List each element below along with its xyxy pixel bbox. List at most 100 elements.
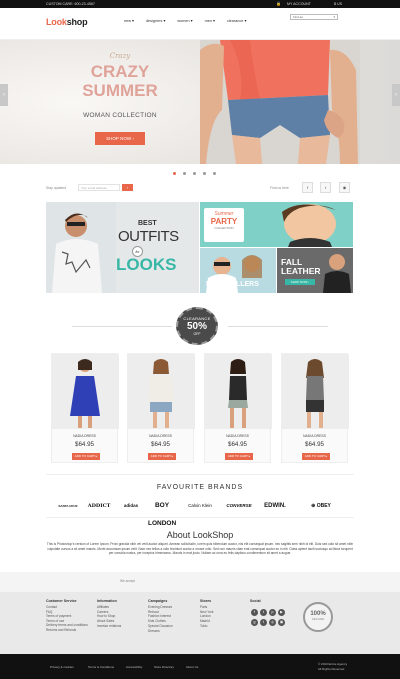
add-to-cart-button[interactable]: ADD TO CART ▸ (302, 453, 330, 460)
product-name[interactable]: NADIA DRESS (128, 434, 193, 438)
clearance-off: OFF (193, 332, 201, 336)
brand-logo-edwin[interactable]: EDWIN. (260, 497, 290, 515)
currency-select[interactable]: $ US (334, 2, 342, 6)
bottom-link-store-directory[interactable]: Store Directory (154, 665, 174, 669)
slider-dot[interactable] (183, 172, 186, 175)
hero-shop-now-button[interactable]: SHOP NOW › (95, 132, 145, 145)
nav-new[interactable]: new ▾ (118, 18, 140, 23)
brand-logo-boy-london[interactable]: BOY LONDON (148, 497, 176, 527)
divider (72, 326, 172, 327)
product-image[interactable] (128, 354, 195, 429)
footer-col-social: Social (250, 599, 290, 605)
product-price: $64.95 (151, 441, 170, 448)
divider (228, 326, 328, 327)
clearance-badge[interactable]: CLEARANCE 50% OFF (176, 307, 218, 345)
google-plus-icon[interactable]: g (251, 619, 258, 626)
footer-col-title: Social (250, 599, 261, 603)
footer-link[interactable]: Tokio (200, 624, 240, 629)
nav-men[interactable]: men ▾ (199, 18, 221, 23)
bottom-link-accessibility[interactable]: Accessibility (126, 665, 142, 669)
hero-model-image (200, 40, 360, 164)
logo-accent: Look (46, 17, 67, 27)
add-to-cart-button[interactable]: ADD TO CART ▸ (148, 453, 176, 460)
hero-slider[interactable]: Crazy CRAZY SUMMER WOMAN COLLECTION SHOP… (0, 40, 400, 164)
email-input[interactable]: Your email address (78, 184, 120, 191)
product-card[interactable]: NADIA DRESS $64.95 ADD TO CART ▸ (127, 353, 195, 463)
nav-clearance[interactable]: clearance ▾ (221, 18, 252, 23)
footer-col-campaigns: Campaigns Evening Dresses Rebooz Fashion… (148, 599, 198, 634)
facebook-icon[interactable]: f (302, 182, 313, 193)
customer-care-text: CUSTOM CARE: 600-23-4567 (46, 2, 95, 6)
promo-best-text: BEST (138, 220, 157, 227)
product-card[interactable]: NADIA DRESS $64.95 ADD TO CART ▸ (281, 353, 349, 463)
add-to-cart-button[interactable]: ADD TO CART ▸ (225, 453, 253, 460)
product-card[interactable]: NADIA DRESS $64.95 ADD TO CART ▸ (51, 353, 119, 463)
brand-logo-santa-cruz[interactable]: SANTA CRUZ (56, 497, 80, 515)
rights-text: All Rights Reserved (318, 667, 345, 671)
brands-title: FAVOURITE BRANDS (156, 484, 244, 491)
clearance-percent: 50% (178, 321, 216, 332)
subscribe-arrow-button[interactable]: › (122, 184, 133, 191)
promo-collection-text: COLLECTION (214, 226, 234, 230)
product-image[interactable] (52, 354, 119, 429)
product-card[interactable]: NADIA DRESS $64.95 ADD TO CART ▸ (204, 353, 272, 463)
footer-link[interactable]: Returns and Refunds (46, 628, 96, 633)
flickr-icon[interactable]: ▣ (278, 619, 285, 626)
promo-party-image (282, 204, 336, 247)
logo[interactable]: Lookshop (46, 17, 88, 27)
hero-script: Crazy (109, 52, 131, 60)
twitter-icon[interactable]: t (320, 182, 331, 193)
product-price: $64.95 (228, 441, 247, 448)
footer-link[interactable]: Dresses (148, 629, 198, 634)
product-image[interactable] (282, 354, 349, 429)
copyright-text: © 2013 Entire Agency (318, 662, 348, 666)
slider-dot[interactable] (173, 172, 176, 175)
twitter-icon[interactable]: t (260, 609, 267, 616)
product-name[interactable]: NADIA DRESS (205, 434, 270, 438)
youtube-icon[interactable]: ▶ (278, 609, 285, 616)
facebook-icon[interactable]: f (251, 609, 258, 616)
chevron-down-icon: ▾ (333, 15, 335, 19)
product-name[interactable]: NADIA DRESS (52, 434, 117, 438)
promo-summer-party[interactable]: Summer PARTY COLLECTION (200, 202, 353, 247)
search-select[interactable]: Find an ▾ (290, 14, 338, 20)
brand-logo-addict[interactable]: ADDICT (84, 497, 114, 515)
product-image[interactable] (205, 354, 272, 429)
lock-icon: 🔒 (276, 1, 281, 6)
product-price: $64.95 (75, 441, 94, 448)
brand-logo-adidas[interactable]: adidas (118, 497, 144, 515)
about-text: This is Photoshop's version of Lorem Ips… (46, 542, 354, 556)
bottom-link-about[interactable]: About Us (186, 665, 198, 669)
slider-dot[interactable] (203, 172, 206, 175)
pinterest-icon[interactable]: p (269, 609, 276, 616)
instagram-icon[interactable]: ◎ (269, 619, 276, 626)
product-name[interactable]: NADIA DRESS (282, 434, 347, 438)
brand-logo-calvin-klein[interactable]: Calvin Klein (180, 497, 220, 515)
brand-logo-converse[interactable]: CONVERSE (222, 497, 256, 515)
slider-prev-arrow[interactable]: ‹ (0, 84, 8, 106)
footer-col-customer-service: Customer Service Contact FAQ Terms of pa… (46, 599, 96, 632)
bottom-link-terms[interactable]: Terms & Conditions (88, 665, 114, 669)
my-account-link[interactable]: MY ACCOUNT (287, 2, 311, 6)
logo-rest: shop (66, 17, 88, 27)
find-us-label: Find us here (270, 186, 289, 190)
slider-dot[interactable] (193, 172, 196, 175)
tumblr-icon[interactable]: t (260, 619, 267, 626)
promo-best-outfits[interactable]: BEST OUTFITS for LOOKS (46, 202, 199, 293)
promo-best-sellers[interactable]: BEST SELLERS (200, 248, 276, 293)
brand-logo-obey[interactable]: ⊕ OBEY (296, 497, 346, 515)
promo-fall-leather[interactable]: FALL LEATHER SHOP NOW › (277, 248, 353, 293)
promo-leather-text: LEATHER (281, 266, 321, 276)
bottom-link-privacy[interactable]: Privacy & cookies (50, 665, 74, 669)
nav-women[interactable]: women ▾ (171, 18, 198, 23)
divider (46, 474, 354, 475)
add-to-cart-button[interactable]: ADD TO CART ▸ (72, 453, 100, 460)
divider (46, 517, 354, 518)
footer-link[interactable]: Investor relations (97, 624, 143, 629)
instagram-icon[interactable]: ◉ (339, 182, 350, 193)
promo-shop-now-button[interactable]: SHOP NOW › (285, 279, 315, 285)
slider-dot[interactable] (213, 172, 216, 175)
slider-next-arrow[interactable]: › (392, 84, 400, 106)
nav-designers[interactable]: designers ▾ (140, 18, 171, 23)
promo-party-card: Summer PARTY COLLECTION (204, 208, 244, 242)
